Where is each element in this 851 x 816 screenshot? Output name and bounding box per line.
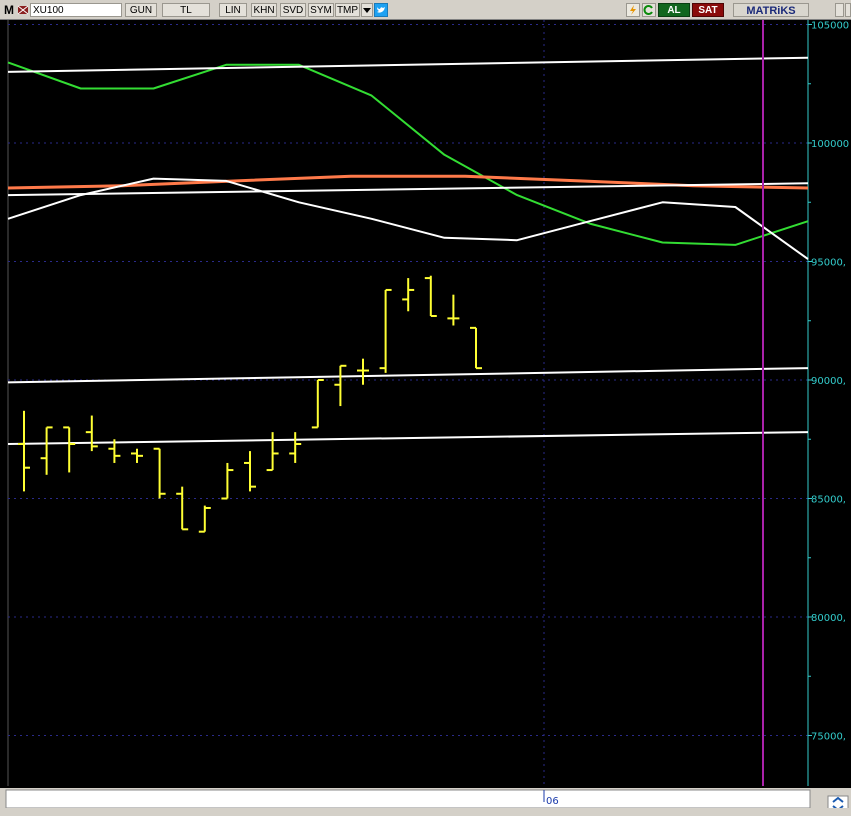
currency-button[interactable]: TL [162,3,210,17]
buy-button[interactable]: AL [658,3,690,17]
twitter-icon[interactable] [374,3,388,17]
minimize-icon[interactable] [835,3,844,17]
svd-button[interactable]: SVD [280,3,306,17]
x-axis-strip[interactable] [5,789,811,809]
y-tick-label: 85000, [811,495,846,506]
lightning-icon[interactable] [626,3,640,17]
y-tick-label: 75000, [811,732,846,743]
period-button[interactable]: GUN [125,3,157,17]
price-chart[interactable]: 75000, 80000, 85000, 90000, 95000, 100000 1050… [0,20,851,810]
y-tick-label: 100000 [811,139,849,150]
chart-area[interactable]: 75000, 80000, 85000, 90000, 95000, 100000 1050… [0,20,851,810]
khn-button[interactable]: KHN [251,3,277,17]
window-control-icon[interactable] [845,3,851,17]
symbol-input[interactable]: XU100 [30,3,122,17]
tmp-button[interactable]: TMP [335,3,360,17]
brand-logo: MATRiKS [733,3,809,17]
y-tick-label: 90000, [811,376,846,387]
dropdown-arrow-icon[interactable] [361,3,373,17]
y-tick-label: 80000, [811,613,846,624]
toolbar: M XU100 GUN TL LIN KHN SVD SYM TMP AL SA… [0,0,851,20]
status-strip [0,808,851,816]
y-tick-label: 105000 [811,21,849,32]
scale-button[interactable]: LIN [219,3,247,17]
sell-button[interactable]: SAT [692,3,724,17]
y-tick-label: 95000, [811,258,846,269]
refresh-icon[interactable] [642,3,656,17]
sym-button[interactable]: SYM [308,3,334,17]
x-tick-label: 06 [546,796,559,807]
flag-icon [17,3,29,17]
main-menu-button[interactable]: M [2,3,16,17]
